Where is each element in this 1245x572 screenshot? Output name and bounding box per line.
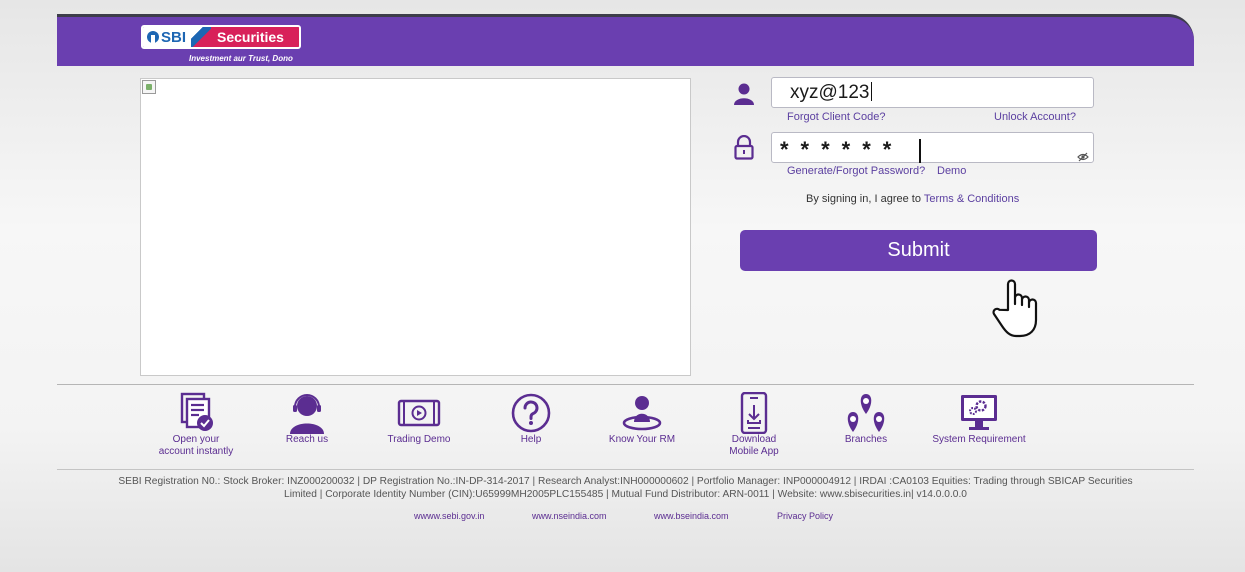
terms-conditions-link[interactable]: Terms & Conditions <box>924 193 1019 205</box>
footer-link-sebi[interactable]: wwww.sebi.gov.in <box>414 511 484 521</box>
hand-pointer-cursor-icon <box>990 276 1042 343</box>
download-mobile-app-quicklink[interactable]: Download Mobile App <box>699 392 809 458</box>
eye-slash-icon[interactable] <box>1077 142 1089 168</box>
video-play-icon <box>397 399 441 427</box>
user-icon <box>734 83 754 110</box>
login-page: SBI Securities Investment aur Trust, Don… <box>57 14 1194 572</box>
text-caret <box>919 139 921 163</box>
client-code-input[interactable]: xyz@123 <box>771 77 1094 108</box>
trading-demo-quicklink[interactable]: Trading Demo <box>364 392 474 446</box>
submit-button[interactable]: Submit <box>740 230 1097 271</box>
logo-swoosh-icon <box>191 27 212 47</box>
sbi-keyhole-icon <box>147 31 159 43</box>
headset-icon <box>290 394 324 434</box>
branches-quicklink[interactable]: Branches <box>811 392 921 446</box>
terms-agreement-text: By signing in, I agree to Terms & Condit… <box>806 193 1020 205</box>
footer-link-bse[interactable]: www.bseindia.com <box>654 511 729 521</box>
footer-divider <box>57 469 1194 470</box>
header-bar: SBI Securities Investment aur Trust, Don… <box>57 14 1194 66</box>
section-divider <box>57 384 1194 385</box>
password-input[interactable]: ****** <box>771 132 1094 163</box>
help-quicklink[interactable]: Help <box>476 392 586 446</box>
text-caret <box>870 82 872 101</box>
footer-link-privacy-policy[interactable]: Privacy Policy <box>777 511 833 521</box>
broken-image-icon <box>142 80 156 94</box>
banner-image-frame <box>140 78 691 376</box>
mobile-download-icon <box>740 392 768 434</box>
monitor-gear-icon <box>961 395 997 430</box>
person-icon <box>622 396 662 431</box>
know-your-rm-quicklink[interactable]: Know Your RM <box>587 392 697 446</box>
forgot-client-code-link[interactable]: Forgot Client Code? <box>787 111 885 123</box>
footer-link-nse[interactable]: www.nseindia.com <box>532 511 607 521</box>
registration-info: SEBI Registration N0.: Stock Broker: INZ… <box>118 476 1133 500</box>
lock-icon <box>734 134 754 165</box>
map-pin-icon <box>847 394 885 432</box>
system-requirement-quicklink[interactable]: System Requirement <box>924 392 1034 446</box>
reach-us-quicklink[interactable]: Reach us <box>252 392 362 446</box>
demo-link[interactable]: Demo <box>937 165 966 177</box>
sbi-securities-logo[interactable]: SBI Securities <box>141 25 301 49</box>
open-account-icon <box>180 392 213 431</box>
open-account-quicklink[interactable]: Open your account instantly <box>141 392 251 458</box>
generate-forgot-password-link[interactable]: Generate/Forgot Password? <box>787 165 925 177</box>
logo-tagline: Investment aur Trust, Dono <box>189 54 293 63</box>
help-icon <box>511 393 551 433</box>
unlock-account-link[interactable]: Unlock Account? <box>994 111 1076 123</box>
